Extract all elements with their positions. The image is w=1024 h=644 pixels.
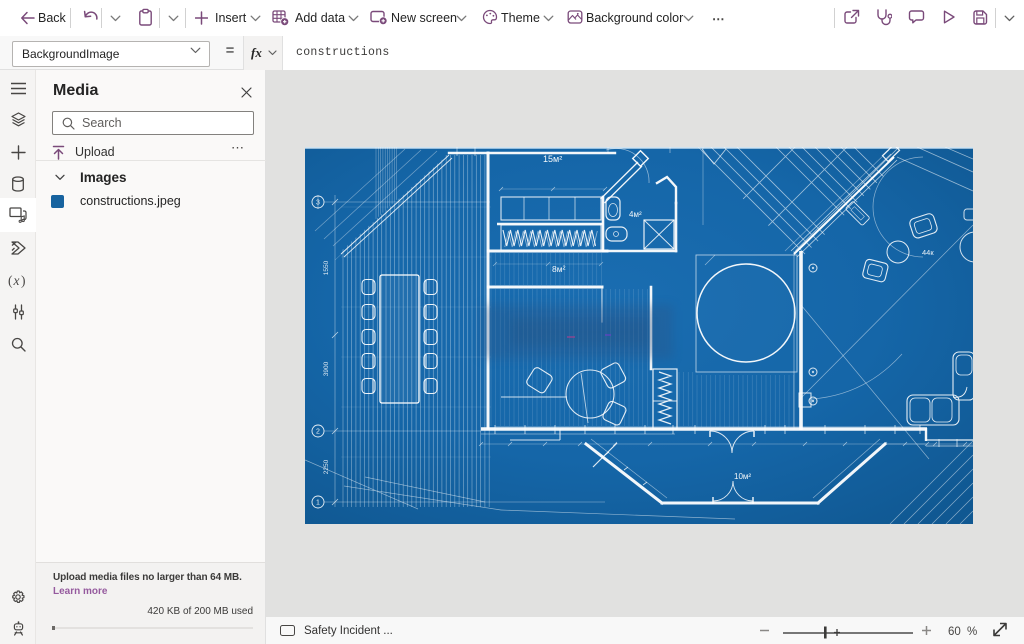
svg-text:44к: 44к <box>922 248 934 257</box>
svg-text:1550: 1550 <box>323 260 330 275</box>
svg-text:2250: 2250 <box>323 459 330 474</box>
svg-text:fx: fx <box>251 45 262 60</box>
svg-text:4м²: 4м² <box>629 210 642 219</box>
svg-text:8м²: 8м² <box>552 264 566 274</box>
svg-text:%: % <box>967 626 977 638</box>
svg-text:2: 2 <box>316 428 320 435</box>
svg-text:3: 3 <box>316 199 320 206</box>
svg-text:10м²: 10м² <box>734 472 751 481</box>
svg-text:): ) <box>21 273 26 288</box>
svg-text:15м²: 15м² <box>543 154 562 164</box>
svg-text:3900: 3900 <box>323 361 330 376</box>
svg-text:60: 60 <box>948 626 961 638</box>
svg-text:x: x <box>13 273 20 288</box>
svg-text:1: 1 <box>316 499 320 506</box>
svg-text:(: ( <box>8 273 13 288</box>
